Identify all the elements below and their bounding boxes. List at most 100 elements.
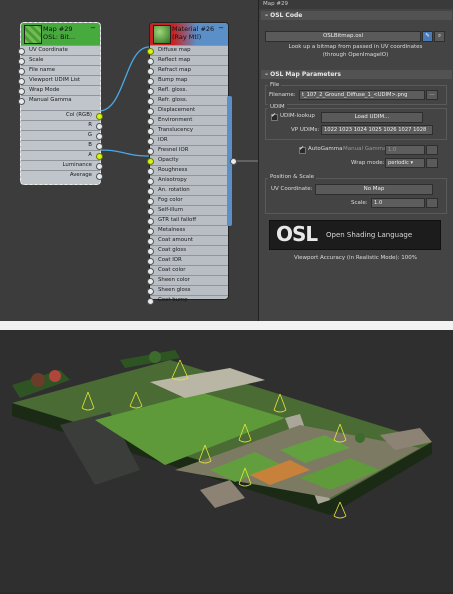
udim-lookup-checkbox[interactable] — [271, 112, 278, 121]
socket-icon[interactable] — [147, 218, 154, 225]
material-node-raymtl[interactable]: Material #26 (Ray Mtl) − Diffuse map Refl… — [147, 22, 229, 305]
socket-icon[interactable] — [96, 143, 103, 150]
socket-icon[interactable] — [147, 228, 154, 235]
socket-icon[interactable] — [18, 48, 25, 55]
wrap-mode-select[interactable]: periodic ▾ — [385, 158, 425, 168]
manual-gamma-field[interactable]: 1.0 — [385, 145, 425, 155]
map_node-outputs-slot[interactable]: Average — [21, 170, 103, 180]
filename-browse-button[interactable]: … — [426, 90, 438, 100]
viewport-3d[interactable] — [0, 330, 453, 592]
socket-icon[interactable] — [96, 123, 103, 130]
socket-icon[interactable] — [147, 278, 154, 285]
socket-icon[interactable] — [18, 58, 25, 65]
wrap-mode-map-button[interactable] — [426, 158, 438, 168]
socket-icon[interactable] — [147, 258, 154, 265]
load-udim-button[interactable]: Load UDIM... — [321, 112, 423, 123]
map_node-outputs-slot[interactable]: R — [21, 120, 103, 130]
material_node-slots-slot[interactable]: Refract map — [147, 65, 228, 75]
material_node-slots-slot[interactable]: IOR — [147, 135, 228, 145]
socket-icon[interactable] — [147, 68, 154, 75]
socket-icon[interactable] — [147, 148, 154, 155]
map-node-osl-bitmap[interactable]: Map #29 OSL: Bit... − UV Coordinate Scale… — [18, 22, 103, 185]
map_node-outputs-slot[interactable]: G — [21, 130, 103, 140]
socket-icon[interactable] — [147, 298, 154, 305]
map_node-outputs-slot[interactable]: Col (RGB) — [21, 110, 103, 120]
material_node-slots-slot[interactable]: Diffuse map — [147, 45, 228, 55]
osl-edit-icon[interactable]: ✎ — [422, 31, 433, 42]
socket-icon[interactable] — [147, 178, 154, 185]
material_node-slots-slot[interactable]: Metalness — [147, 225, 228, 235]
socket-icon[interactable] — [147, 288, 154, 295]
material_node-slots-slot[interactable]: Coat IOR — [147, 255, 228, 265]
minimize-icon[interactable]: − — [90, 24, 96, 32]
autogamma-checkbox[interactable] — [299, 145, 306, 154]
material-node-header[interactable]: Material #26 (Ray Mtl) − — [150, 23, 228, 45]
socket-icon[interactable] — [147, 88, 154, 95]
map-node-header[interactable]: Map #29 OSL: Bit... − — [21, 23, 100, 45]
slate-node-editor[interactable]: Map #29 OSL: Bit... − UV Coordinate Scale… — [0, 0, 258, 321]
map_node-inputs-slot[interactable]: Wrap Mode — [18, 85, 100, 95]
socket-icon[interactable] — [18, 88, 25, 95]
socket-icon[interactable] — [96, 153, 103, 160]
map_node-outputs-slot[interactable]: B — [21, 140, 103, 150]
map_node-inputs-slot[interactable]: UV Coordinate — [18, 45, 100, 55]
material_node-slots-slot[interactable]: Coat bump — [147, 295, 228, 305]
socket-icon[interactable] — [147, 248, 154, 255]
socket-icon[interactable] — [147, 188, 154, 195]
socket-icon[interactable] — [147, 198, 154, 205]
vp-udims-field[interactable]: 1022 1023 1024 1025 1026 1027 1028 — [321, 125, 433, 135]
manual-gamma-map-button[interactable] — [426, 145, 438, 155]
material_node-slots-slot[interactable]: Displacement — [147, 105, 228, 115]
uv-coordinate-map-button[interactable]: No Map — [315, 184, 433, 195]
material-output-socket[interactable] — [230, 158, 237, 165]
map_node-inputs-slot[interactable]: Scale — [18, 55, 100, 65]
material_node-slots-slot[interactable]: Anisotropy — [147, 175, 228, 185]
socket-icon[interactable] — [147, 138, 154, 145]
socket-icon[interactable] — [147, 168, 154, 175]
socket-icon[interactable] — [147, 78, 154, 85]
socket-icon[interactable] — [147, 58, 154, 65]
filename-field[interactable]: t_107_2_Ground_Diffuse_1_<UDIM>.png — [299, 90, 425, 100]
material_node-slots-slot[interactable]: Fresnel IOR — [147, 145, 228, 155]
socket-icon[interactable] — [147, 268, 154, 275]
socket-icon[interactable] — [96, 133, 103, 140]
socket-icon[interactable] — [96, 113, 103, 120]
socket-icon[interactable] — [18, 68, 25, 75]
socket-icon[interactable] — [147, 118, 154, 125]
map_node-inputs-slot[interactable]: Manual Gamma — [18, 95, 100, 105]
material_node-slots-slot[interactable]: Translucency — [147, 125, 228, 135]
socket-icon[interactable] — [147, 158, 154, 165]
material_node-slots-slot[interactable]: Reflect map — [147, 55, 228, 65]
material_node-slots-slot[interactable]: Coat gloss — [147, 245, 228, 255]
socket-icon[interactable] — [147, 208, 154, 215]
map_node-inputs-slot[interactable]: File name — [18, 65, 100, 75]
minimize-icon[interactable]: − — [218, 24, 224, 32]
socket-icon[interactable] — [147, 108, 154, 115]
socket-icon[interactable] — [147, 128, 154, 135]
socket-icon[interactable] — [147, 98, 154, 105]
material_node-slots-slot[interactable]: Environment — [147, 115, 228, 125]
material_node-slots-slot[interactable]: Fog color — [147, 195, 228, 205]
scale-field[interactable]: 1.0 — [371, 198, 425, 208]
material_node-slots-slot[interactable]: Refr. gloss. — [147, 95, 228, 105]
rollout-osl-map-parameters[interactable]: – OSL Map Parameters — [261, 70, 452, 79]
socket-icon[interactable] — [18, 78, 25, 85]
map_node-inputs-slot[interactable]: Viewport UDIM List — [18, 75, 100, 85]
material_node-slots-slot[interactable]: Bump map — [147, 75, 228, 85]
socket-icon[interactable] — [96, 163, 103, 170]
socket-icon[interactable] — [147, 48, 154, 55]
material_node-slots-slot[interactable]: Sheen color — [147, 275, 228, 285]
material_node-slots-slot[interactable]: Sheen gloss — [147, 285, 228, 295]
socket-icon[interactable] — [96, 173, 103, 180]
material_node-slots-slot[interactable]: GTR tail falloff — [147, 215, 228, 225]
material_node-slots-slot[interactable]: An. rotation — [147, 185, 228, 195]
material_node-slots-slot[interactable]: Roughness — [147, 165, 228, 175]
socket-icon[interactable] — [18, 98, 25, 105]
material_node-slots-slot[interactable]: Refl. gloss. — [147, 85, 228, 95]
rollout-osl-code[interactable]: – OSL Code — [261, 11, 452, 20]
socket-icon[interactable] — [147, 238, 154, 245]
scale-map-button[interactable] — [426, 198, 438, 208]
material_node-slots-slot[interactable]: Coat amount — [147, 235, 228, 245]
material_node-slots-slot[interactable]: Opacity — [147, 155, 228, 165]
osl-file-button[interactable]: OSLBitmap.osl — [265, 31, 421, 42]
